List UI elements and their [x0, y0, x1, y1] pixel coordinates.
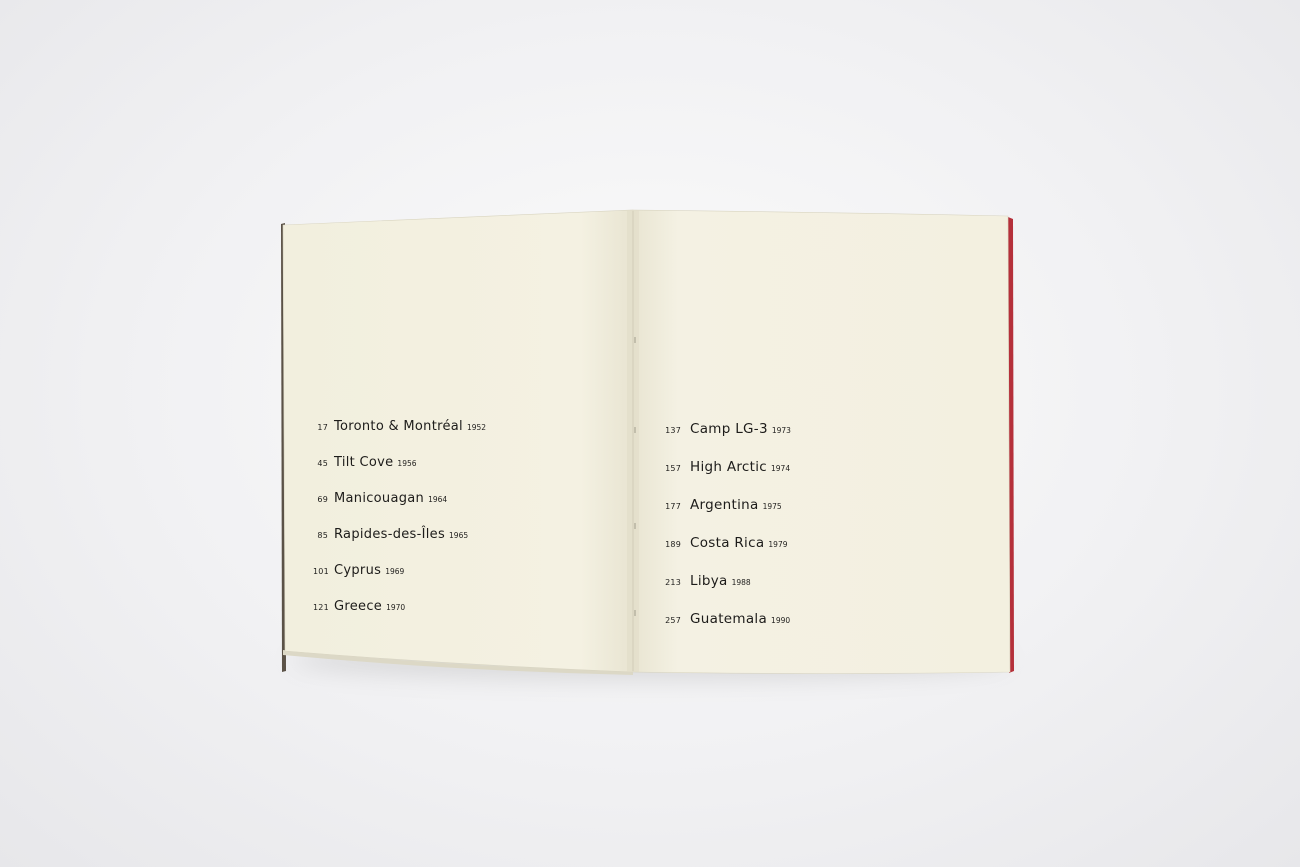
list-item: 257 Guatemala 1990	[663, 608, 791, 646]
chapter-title: Tilt Cove	[334, 455, 394, 470]
chapter-title: Libya	[690, 573, 728, 589]
open-book: 17 Toronto & Montréal 1952 45 Tilt Cove 1956…	[275, 205, 1025, 685]
page-number: 213	[665, 578, 681, 587]
page-number: 101	[313, 567, 329, 576]
list-item: 137 Camp LG-3 1973	[663, 418, 791, 456]
page-number: 189	[665, 540, 681, 549]
list-item: 121 Greece 1970	[313, 595, 486, 631]
chapter-title: Rapides-des-Îles	[334, 527, 446, 542]
chapter-title: Cyprus	[334, 563, 382, 578]
page-number: 157	[665, 464, 681, 473]
chapter-title: Greece	[334, 599, 383, 614]
chapter-title: Manicouagan	[334, 491, 425, 506]
chapter-year: 1974	[771, 464, 791, 473]
chapter-year: 1952	[466, 423, 487, 432]
list-item: 85 Rapides-des-Îles 1965	[313, 523, 486, 559]
chapter-title: High Arctic	[690, 459, 767, 475]
list-item: 157 High Arctic 1974	[663, 456, 791, 494]
chapter-year: 1956	[397, 459, 417, 468]
list-item: 69 Manicouagan 1964	[313, 487, 486, 523]
list-item: 213 Libya 1988	[663, 570, 791, 608]
chapter-year: 1973	[771, 426, 791, 435]
chapter-year: 1964	[428, 495, 448, 504]
page-number: 121	[313, 603, 329, 612]
chapter-year: 1979	[768, 540, 788, 549]
list-item: 17 Toronto & Montréal 1952	[313, 415, 486, 451]
page-number: 85	[317, 531, 328, 540]
list-item: 189 Costa Rica 1979	[663, 532, 791, 570]
chapter-title: Toronto & Montréal	[334, 419, 463, 434]
page-number: 69	[317, 495, 328, 504]
page-number: 45	[317, 459, 328, 468]
toc-right-list: 137 Camp LG-3 1973 157 High Arctic 1974 177 A…	[663, 418, 791, 646]
chapter-year: 1988	[731, 578, 751, 587]
chapter-year: 1969	[385, 567, 405, 576]
chapter-year: 1990	[771, 616, 791, 625]
page-number: 177	[665, 502, 681, 511]
chapter-title: Argentina	[690, 497, 759, 513]
page-number: 17	[317, 423, 328, 432]
chapter-year: 1975	[762, 502, 782, 511]
list-item: 45 Tilt Cove 1956	[313, 451, 486, 487]
page-number: 137	[665, 426, 681, 435]
list-item: 177 Argentina 1975	[663, 494, 791, 532]
chapter-year: 1970	[386, 603, 406, 612]
list-item: 101 Cyprus 1969	[313, 559, 486, 595]
photo-scene: 17 Toronto & Montréal 1952 45 Tilt Cove 1956…	[0, 0, 1300, 867]
chapter-year: 1965	[449, 531, 469, 540]
page-number: 257	[665, 616, 681, 625]
chapter-title: Camp LG-3	[690, 421, 768, 437]
toc-left-list: 17 Toronto & Montréal 1952 45 Tilt Cove 1956…	[313, 415, 486, 631]
chapter-title: Guatemala	[690, 611, 768, 627]
chapter-title: Costa Rica	[690, 535, 765, 551]
